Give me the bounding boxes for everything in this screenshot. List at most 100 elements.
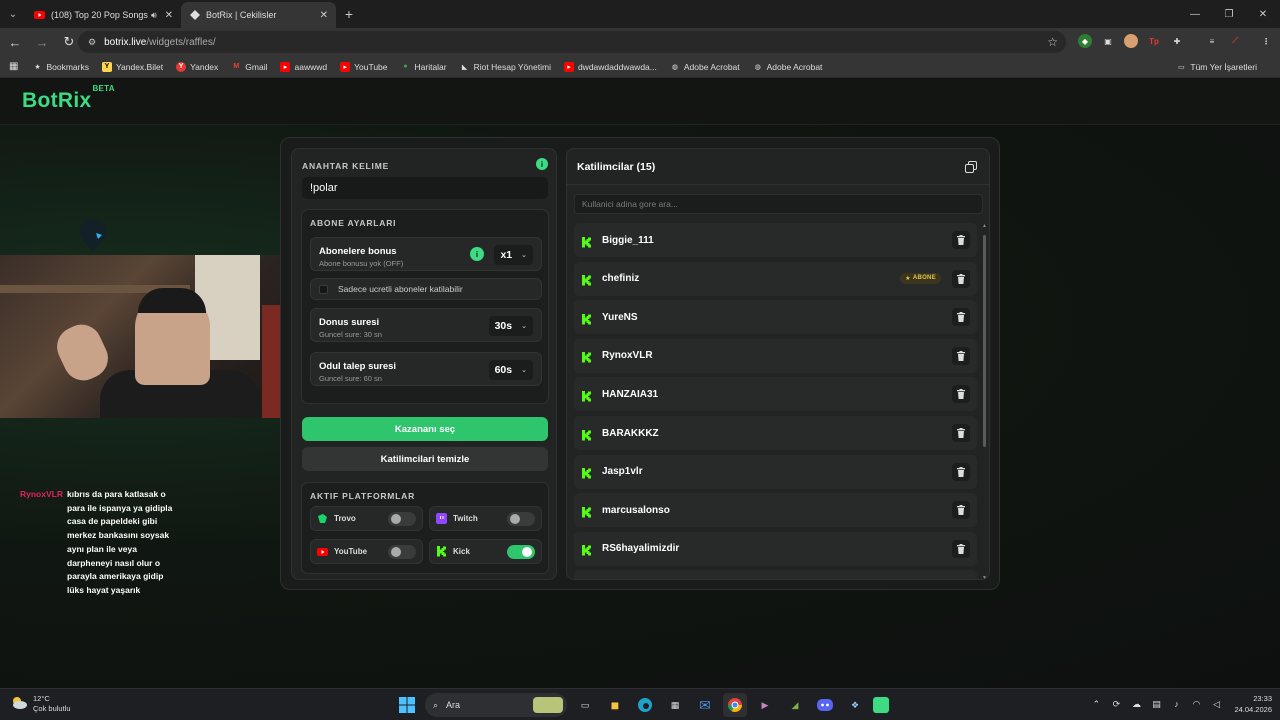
trovo-icon xyxy=(317,513,328,524)
all-bookmarks-button[interactable]: ▭ Tüm Yer İşaretleri xyxy=(1176,62,1257,72)
copy-icon[interactable] xyxy=(962,158,980,176)
bookmark-item[interactable]: ● Haritalar xyxy=(401,62,446,72)
game-launcher-icon[interactable]: ❖ xyxy=(843,693,867,717)
trash-icon[interactable] xyxy=(952,385,970,404)
paid-subscribers-only-checkbox[interactable]: Sadece ucretli aboneler katilabilir xyxy=(310,278,542,300)
tab-search-button[interactable]: ⌄ xyxy=(0,0,26,28)
trovo-toggle[interactable] xyxy=(388,512,416,526)
trash-icon[interactable] xyxy=(952,269,970,288)
info-icon[interactable]: i xyxy=(470,247,484,261)
cookie-extension-icon[interactable] xyxy=(1124,34,1138,48)
puzzle-icon[interactable]: ✚ xyxy=(1170,34,1184,48)
more-menu-icon[interactable]: ⋮ xyxy=(1259,34,1273,48)
keyword-input[interactable] xyxy=(302,177,548,199)
kick-toggle[interactable] xyxy=(507,545,535,559)
bookmark-item[interactable]: M Gmail xyxy=(231,62,267,72)
chrome-icon[interactable] xyxy=(723,693,747,717)
trash-icon[interactable] xyxy=(952,308,970,327)
android-app-icon[interactable] xyxy=(873,697,889,713)
apps-grid-icon[interactable]: ▦ xyxy=(9,61,18,72)
trash-icon[interactable] xyxy=(952,501,970,520)
minimize-button[interactable]: — xyxy=(1178,0,1212,28)
clear-participants-button[interactable]: Katilimcilari temizle xyxy=(302,447,548,471)
app-icon[interactable]: ◢ xyxy=(783,693,807,717)
site-info-icon[interactable]: ⚙ xyxy=(88,37,96,48)
discord-icon[interactable] xyxy=(813,693,837,717)
participant-row: chefiniz ★ ABONE xyxy=(574,261,977,296)
bookmark-item[interactable]: ◍ Adobe Acrobat xyxy=(670,62,740,72)
chevron-up-icon[interactable]: ⌃ xyxy=(1090,698,1102,710)
visual-studio-icon[interactable]: ▶ xyxy=(753,693,777,717)
tp-extension-icon[interactable]: Tp xyxy=(1147,34,1161,48)
close-window-button[interactable]: ✕ xyxy=(1246,0,1280,28)
store-icon[interactable]: ▦ xyxy=(663,693,687,717)
platform-twitch: Twitch xyxy=(429,506,542,531)
chat-username: RynoxVLR xyxy=(20,489,63,499)
site-header: BotRixBETA xyxy=(0,79,1280,125)
bonus-time-dropdown[interactable]: 30s ⌄ xyxy=(488,316,533,336)
shield-extension-icon[interactable]: ◆ xyxy=(1078,34,1092,48)
taskbar-search[interactable]: ⌕ Ara xyxy=(425,693,567,717)
close-icon[interactable]: ✕ xyxy=(320,10,328,21)
botrix-logo[interactable]: BotRixBETA xyxy=(22,84,115,113)
sync-icon[interactable]: ⟳ xyxy=(1110,698,1122,710)
tab-youtube[interactable]: (108) Top 20 Pop Songs 20 🔊︎ ✕ xyxy=(26,2,181,28)
participant-search-input[interactable] xyxy=(574,194,983,214)
task-view-icon[interactable]: ▭ xyxy=(573,693,597,717)
youtube-icon: ▸ xyxy=(563,61,574,72)
maximize-button[interactable]: ❐ xyxy=(1212,0,1246,28)
start-button[interactable] xyxy=(395,693,419,717)
bookmark-item[interactable]: ◍ Adobe Acrobat xyxy=(753,62,823,72)
back-button[interactable]: ← xyxy=(3,30,27,54)
trash-icon[interactable] xyxy=(952,346,970,365)
trash-icon[interactable] xyxy=(952,231,970,249)
platform-kick: Kick xyxy=(429,539,542,564)
new-tab-button[interactable]: + xyxy=(336,6,362,22)
microphone-icon[interactable]: ♪ xyxy=(1170,698,1182,710)
mail-icon[interactable]: ✉ xyxy=(693,693,717,717)
twitch-toggle[interactable] xyxy=(507,512,535,526)
globe-icon: ◍ xyxy=(671,63,678,71)
claim-time-dropdown[interactable]: 60s ⌄ xyxy=(488,360,533,380)
wifi-icon[interactable]: ◠ xyxy=(1190,698,1202,710)
checkbox[interactable] xyxy=(319,284,328,294)
extension-icon[interactable]: ▣ xyxy=(1101,34,1115,48)
bookmark-star-icon[interactable]: ☆ xyxy=(1047,35,1058,49)
tab-botrix[interactable]: BotRix | Cekilisler ✕ xyxy=(181,2,336,28)
youtube-toggle[interactable] xyxy=(388,545,416,559)
volume-icon[interactable]: ◁ xyxy=(1210,698,1222,710)
bookmark-item[interactable]: Y Yandex.Bilet xyxy=(101,61,163,72)
trash-icon[interactable] xyxy=(952,424,970,442)
cloud-tray-icon[interactable]: ☁ xyxy=(1130,698,1142,710)
bookmark-item[interactable]: ▸ dwdawdaddwawda... xyxy=(563,61,657,72)
file-explorer-icon[interactable]: ■ xyxy=(603,693,627,717)
trash-icon[interactable] xyxy=(952,539,970,558)
bookmark-item[interactable]: ▸ YouTube xyxy=(340,61,388,72)
network-icon[interactable]: ▤ xyxy=(1150,698,1162,710)
bookmark-item[interactable]: ◣ Riot Hesap Yönetimi xyxy=(460,62,551,72)
close-icon[interactable]: ✕ xyxy=(165,10,173,21)
bookmark-item[interactable]: ★ Bookmarks xyxy=(32,62,89,72)
folder-icon: ▭ xyxy=(1178,63,1185,71)
clock[interactable]: 23:33 24.04.2026 xyxy=(1234,693,1272,715)
info-icon[interactable]: i xyxy=(536,158,548,170)
participant-row: RynoxVLR xyxy=(574,338,977,373)
speaker-icon[interactable]: 🔊︎ xyxy=(151,10,157,21)
participant-list: Biggie_111 chefiniz ★ ABONE YureNS RynoxVLR HA… xyxy=(567,223,989,579)
profile-icon[interactable]: ⟋ xyxy=(1228,34,1242,48)
tab-title: BotRix | Cekilisler xyxy=(206,10,277,20)
subscriber-bonus-dropdown[interactable]: x1 ⌄ xyxy=(494,245,533,265)
kick-icon xyxy=(582,505,592,518)
scrollbar-thumb[interactable] xyxy=(983,235,986,447)
weather-widget[interactable]: 12°C Çok bulutlu xyxy=(10,694,71,714)
chat-text: kıbrıs da para katlasak o para ile ispan… xyxy=(67,489,173,595)
forward-button[interactable]: → xyxy=(30,30,54,54)
bookmark-item[interactable]: Y Yandex xyxy=(176,61,218,72)
pick-winner-button[interactable]: Kazananı seç xyxy=(302,417,548,441)
edge-icon[interactable] xyxy=(633,693,657,717)
reading-list-icon[interactable]: ≡ xyxy=(1205,34,1219,48)
address-bar[interactable]: ⚙ botrix.live/widgets/raffles/ ☆ xyxy=(78,31,1066,53)
trash-icon[interactable] xyxy=(952,462,970,481)
scrollbar[interactable]: ▲ ▼ xyxy=(982,223,987,579)
bookmark-item[interactable]: ▸ aawwwd xyxy=(280,61,327,72)
